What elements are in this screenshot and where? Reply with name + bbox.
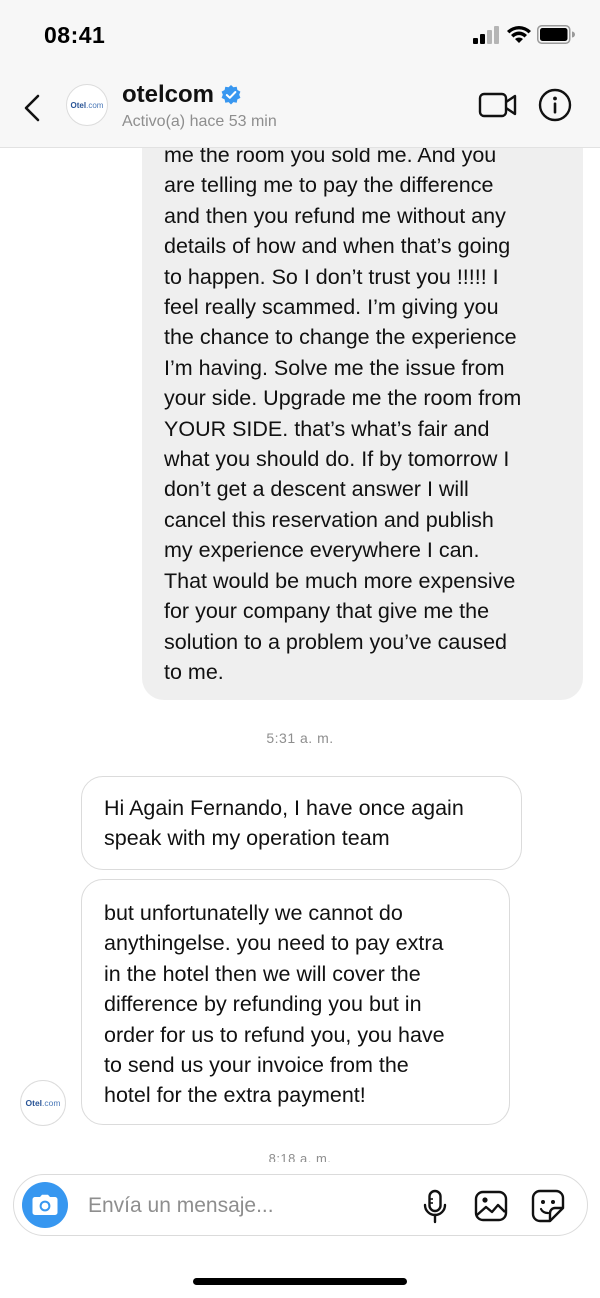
wifi-icon	[507, 26, 531, 43]
chat-header: Otel .com otelcom Activo(a) hace 53 min	[0, 72, 600, 148]
sender-avatar[interactable]: Otel .com	[20, 1080, 66, 1126]
gallery-icon[interactable]	[474, 1190, 508, 1222]
back-arrow-icon[interactable]	[18, 90, 46, 126]
message-timestamp: 5:31 a. m.	[266, 730, 334, 746]
camera-icon	[32, 1194, 58, 1215]
avatar-logo-text: Otel	[25, 1098, 43, 1108]
microphone-icon[interactable]	[422, 1189, 448, 1225]
avatar-logo-text: Otel	[70, 100, 87, 110]
status-time: 08:41	[44, 22, 106, 48]
home-indicator[interactable]	[193, 1278, 407, 1285]
status-bar: 08:41	[0, 0, 600, 72]
contact-name[interactable]: otelcom	[122, 81, 214, 109]
received-message-bubble[interactable]: but unfortunatelly we cannot do anything…	[81, 879, 510, 1125]
received-message-bubble[interactable]: Hi Again Fernando, I have once again spe…	[81, 776, 522, 870]
video-call-icon[interactable]	[478, 90, 518, 120]
verified-badge-icon	[221, 85, 241, 105]
sent-message-bubble[interactable]: me the room you sold me. And you are tel…	[142, 118, 583, 700]
battery-icon	[537, 25, 575, 44]
contact-activity-status: Activo(a) hace 53 min	[122, 113, 277, 130]
avatar-logo-suffix: .com	[86, 100, 104, 110]
camera-button[interactable]	[22, 1182, 68, 1228]
received-message-text: Hi Again Fernando, I have once again spe…	[104, 796, 464, 851]
message-input[interactable]	[88, 1189, 408, 1223]
contact-avatar[interactable]: Otel .com	[66, 84, 108, 126]
message-timestamp: 8:18 a. m.	[268, 1154, 332, 1162]
avatar-logo-suffix: .com	[42, 1098, 61, 1108]
sent-message-text: me the room you sold me. And you are tel…	[164, 143, 522, 684]
info-icon[interactable]	[538, 88, 572, 122]
message-composer	[13, 1174, 588, 1236]
received-message-text: but unfortunatelly we cannot do anything…	[104, 901, 445, 1108]
sticker-icon[interactable]	[531, 1189, 565, 1223]
cellular-signal-icon	[473, 26, 499, 44]
